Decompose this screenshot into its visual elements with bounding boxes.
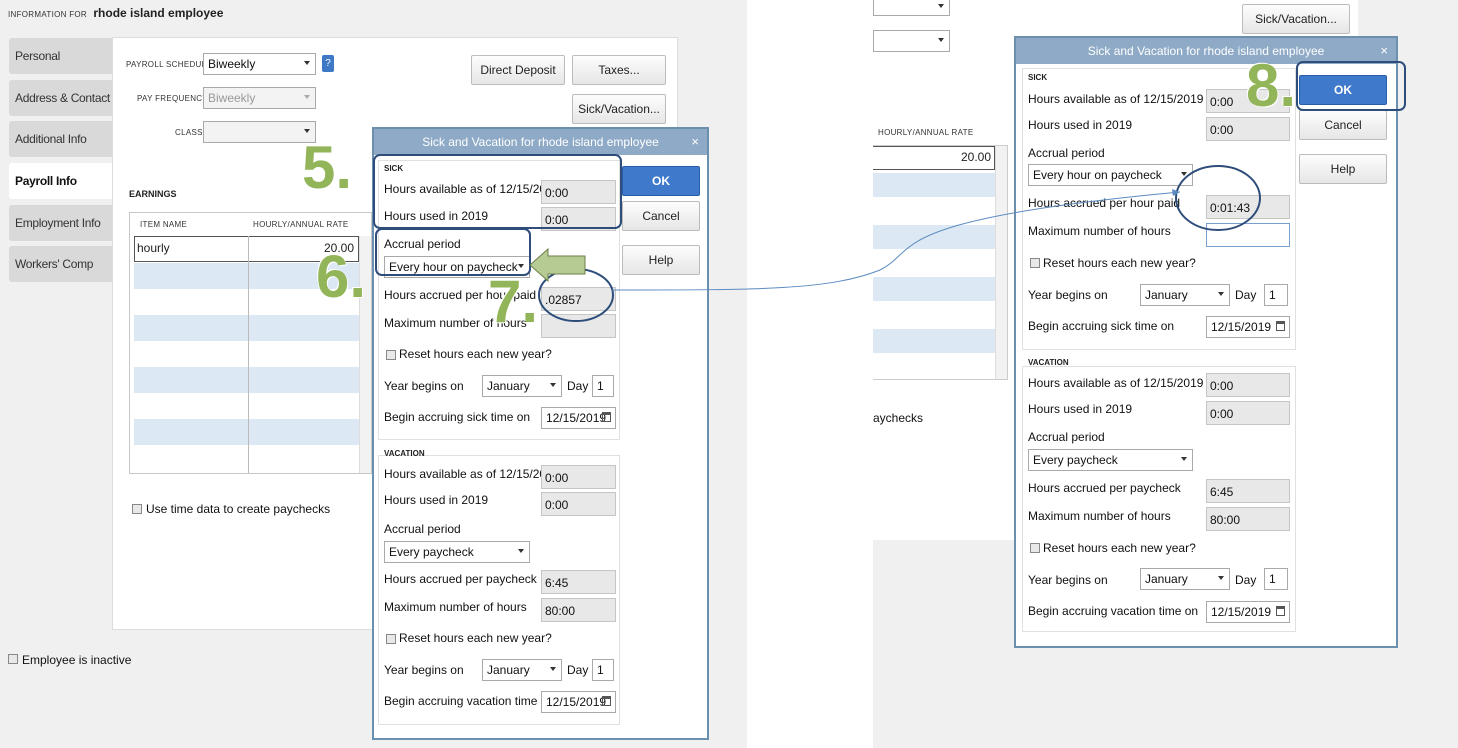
highlight-ellipse-accrued-result <box>1175 165 1261 231</box>
highlight-ellipse-accrued-value <box>538 268 614 322</box>
step-6-callout: 6. <box>316 243 367 310</box>
annotation-overlay <box>373 61 1406 322</box>
step-8-callout: 8. <box>1246 52 1297 119</box>
highlight-box-sick-hours <box>373 154 622 229</box>
step-7-callout: 7. <box>488 268 539 335</box>
connector-line <box>611 191 1181 291</box>
step-5-callout: 5. <box>302 134 353 201</box>
highlight-box-ok <box>1296 61 1406 111</box>
left-arrow-icon <box>529 247 586 283</box>
